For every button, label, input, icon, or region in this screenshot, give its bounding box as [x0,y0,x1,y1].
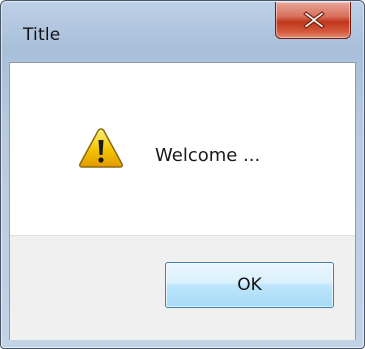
close-button[interactable] [275,2,351,39]
title-bar[interactable]: Title [1,1,364,61]
close-icon [303,11,325,29]
dialog-message: Welcome ... [155,145,261,166]
message-box-dialog: Title Welcome ... OK [0,0,365,349]
button-bar: OK [10,235,355,340]
dialog-client-area: Welcome ... OK [9,62,356,340]
warning-icon [79,128,123,168]
window-title: Title [23,25,61,45]
message-area: Welcome ... [10,63,355,235]
ok-button[interactable]: OK [165,262,334,308]
